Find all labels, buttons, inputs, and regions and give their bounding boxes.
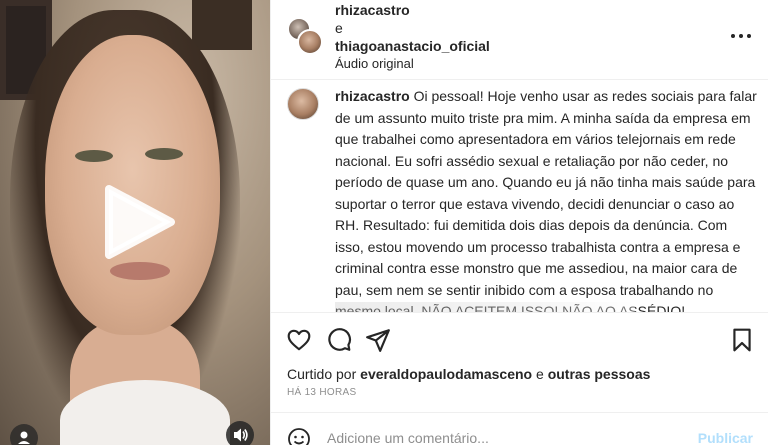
caption-text: Oi pessoal! Hoje venho usar as redes soc… — [335, 88, 757, 312]
likes-others-link[interactable]: outras pessoas — [548, 366, 651, 382]
user-tag-icon[interactable] — [10, 424, 38, 445]
post-header: rhizacastro e thiagoanastacio_oficial Áu… — [271, 0, 768, 80]
action-bar — [271, 312, 768, 364]
video-subject-lips — [110, 262, 170, 280]
avatar[interactable] — [297, 29, 323, 55]
username-link[interactable]: thiagoanastacio_oficial — [335, 38, 490, 54]
video-subject-eye — [75, 150, 113, 162]
video-subject-eye — [145, 148, 183, 160]
likes-prefix: Curtido por — [287, 366, 357, 382]
comment-bar: Publicar — [271, 412, 768, 445]
comment-input[interactable] — [327, 427, 687, 445]
wall-frame — [192, 0, 252, 50]
comment-icon[interactable] — [326, 327, 352, 353]
username-link[interactable]: rhizacastro — [335, 2, 410, 18]
bookmark-icon[interactable] — [729, 327, 755, 353]
post-panel: rhizacastro e thiagoanastacio_oficial Áu… — [270, 0, 768, 445]
caption-username[interactable]: rhizacastro — [335, 88, 410, 104]
conjunction-text: e — [335, 20, 343, 36]
likes-middle: e — [536, 366, 544, 382]
avatar[interactable] — [287, 88, 319, 120]
send-icon[interactable] — [365, 327, 391, 353]
video-player[interactable] — [0, 0, 270, 445]
play-icon[interactable] — [103, 185, 175, 259]
audio-icon[interactable] — [226, 421, 254, 445]
liker-username[interactable]: everaldopaulodamasceno — [360, 366, 532, 382]
post-timestamp[interactable]: HÁ 13 HORAS — [287, 387, 356, 398]
caption-overflow-fade — [335, 302, 635, 312]
audio-link[interactable]: Áudio original — [335, 56, 414, 71]
likes-summary: Curtido por everaldopaulodamasceno e out… — [287, 366, 650, 382]
heart-icon[interactable] — [286, 327, 312, 353]
post-caption: rhizacastro Oi pessoal! Hoje venho usar … — [335, 86, 757, 312]
collab-avatars[interactable] — [287, 17, 323, 57]
emoji-icon[interactable] — [287, 427, 311, 445]
publish-button[interactable]: Publicar — [698, 430, 753, 445]
caption-area: rhizacastro Oi pessoal! Hoje venho usar … — [271, 80, 768, 312]
more-horizontal-icon[interactable] — [729, 26, 753, 46]
